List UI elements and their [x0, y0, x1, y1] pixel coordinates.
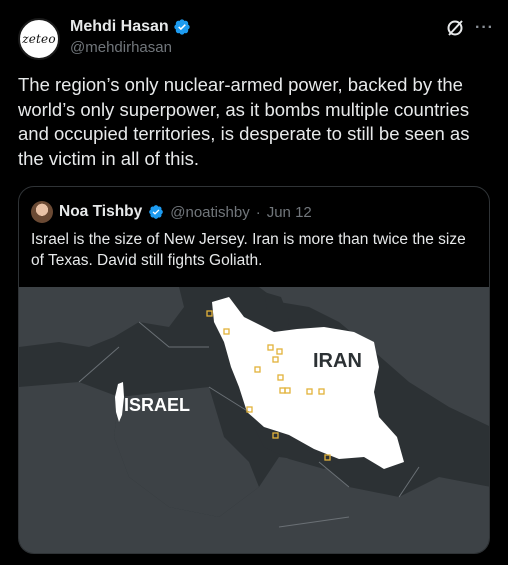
- avatar-logo-text: zeteo: [22, 32, 56, 46]
- more-icon[interactable]: ···: [475, 19, 494, 37]
- author-display-name[interactable]: Mehdi Hasan: [70, 18, 191, 36]
- verified-badge-icon: [174, 19, 190, 35]
- quoted-date: Jun 12: [266, 203, 312, 221]
- header-actions: ···: [445, 18, 494, 38]
- quoted-post-text: Israel is the size of New Jersey. Iran i…: [31, 231, 466, 269]
- iran-map-label: IRAN: [313, 350, 362, 372]
- post-text: The region’s only nuclear-armed power, b…: [18, 74, 470, 169]
- israel-map-label: ISRAEL: [124, 395, 190, 415]
- quoted-map-image[interactable]: IRAN ISRAEL: [19, 287, 489, 553]
- quoted-author-name: Noa Tishby: [59, 203, 143, 220]
- quoted-author-handle: @noatishby: [170, 203, 250, 221]
- quoted-post-header: Noa Tishby @noatishby · Jun 12: [31, 201, 312, 223]
- verified-badge-icon: [149, 205, 164, 219]
- quoted-separator: ·: [255, 203, 261, 221]
- author-names: Mehdi Hasan @mehdirhasan: [70, 18, 191, 56]
- middle-east-map: IRAN ISRAEL: [19, 287, 489, 553]
- quoted-post-card[interactable]: Noa Tishby @noatishby · Jun 12 Israel is…: [18, 186, 490, 554]
- grok-icon[interactable]: [445, 18, 465, 38]
- post-header: zeteo Mehdi Hasan @mehdirhasan ···: [18, 12, 494, 62]
- author-name[interactable]: Mehdi Hasan: [70, 18, 169, 36]
- quoted-author-avatar: [31, 201, 53, 223]
- author-handle[interactable]: @mehdirhasan: [70, 39, 191, 56]
- author-avatar[interactable]: zeteo: [18, 18, 60, 60]
